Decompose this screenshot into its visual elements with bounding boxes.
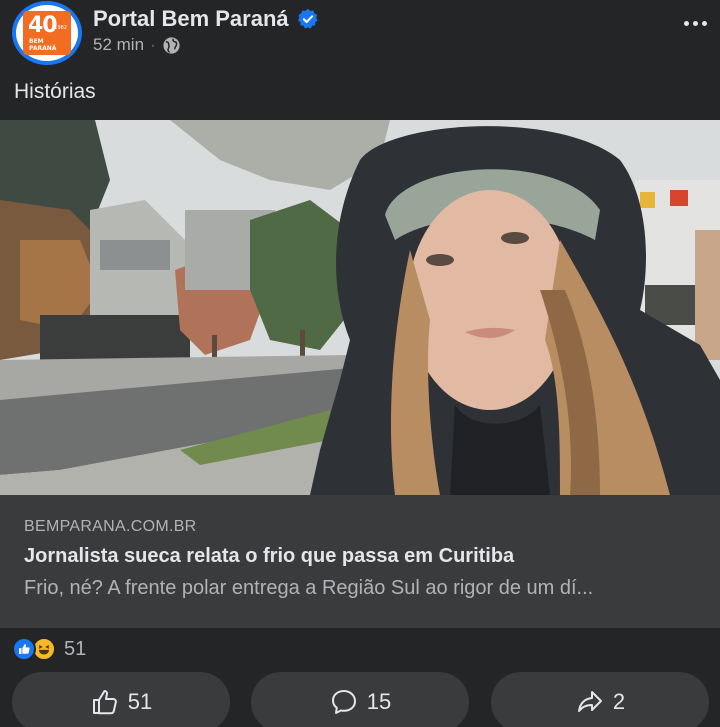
- globe-icon: [163, 36, 180, 54]
- post-header: 40 1982 BEM PARANÁ Portal Bem Paraná 52 …: [0, 0, 720, 72]
- more-dot: [683, 20, 689, 26]
- meta-separator: ·: [151, 38, 156, 52]
- page-avatar[interactable]: 40 1982 BEM PARANÁ: [12, 1, 82, 65]
- page-name[interactable]: Portal Bem Paraná: [93, 6, 289, 32]
- reactions-summary[interactable]: 51: [12, 636, 86, 662]
- link-title[interactable]: Jornalista sueca relata o frio que passa…: [24, 545, 514, 568]
- post-text: Histórias: [14, 80, 96, 103]
- share-button[interactable]: 2: [491, 672, 709, 727]
- link-domain: BEMPARANA.COM.BR: [24, 518, 197, 535]
- verified-badge-icon: [297, 8, 318, 29]
- like-reaction-icon: [12, 637, 36, 661]
- link-preview[interactable]: BEMPARANA.COM.BR Jornalista sueca relata…: [0, 495, 720, 628]
- more-dot: [692, 20, 698, 26]
- action-bar: 51 15 2: [0, 672, 720, 727]
- reaction-count: 51: [64, 637, 87, 660]
- comment-count: 15: [366, 689, 392, 714]
- like-button[interactable]: 51: [12, 672, 230, 727]
- page-name-row: Portal Bem Paraná: [93, 6, 319, 32]
- post-meta: 52 min ·: [93, 35, 181, 55]
- comment-icon: [331, 690, 356, 714]
- post-time[interactable]: 52 min: [93, 35, 144, 55]
- more-dot: [701, 20, 707, 26]
- like-count: 51: [127, 689, 153, 714]
- link-description: Frio, né? A frente polar entrega a Regiã…: [24, 577, 594, 599]
- thumbs-up-icon: [92, 690, 117, 715]
- post-photo[interactable]: [0, 120, 720, 495]
- bem-parana-logo: 40 1982 BEM PARANÁ: [23, 11, 71, 55]
- share-count: 2: [612, 689, 626, 714]
- more-options-button[interactable]: [680, 8, 710, 38]
- facebook-post: 40 1982 BEM PARANÁ Portal Bem Paraná 52 …: [0, 0, 720, 727]
- comment-button[interactable]: 15: [251, 672, 469, 727]
- share-icon: [577, 691, 602, 712]
- selfie-photo-illustration: [0, 120, 720, 495]
